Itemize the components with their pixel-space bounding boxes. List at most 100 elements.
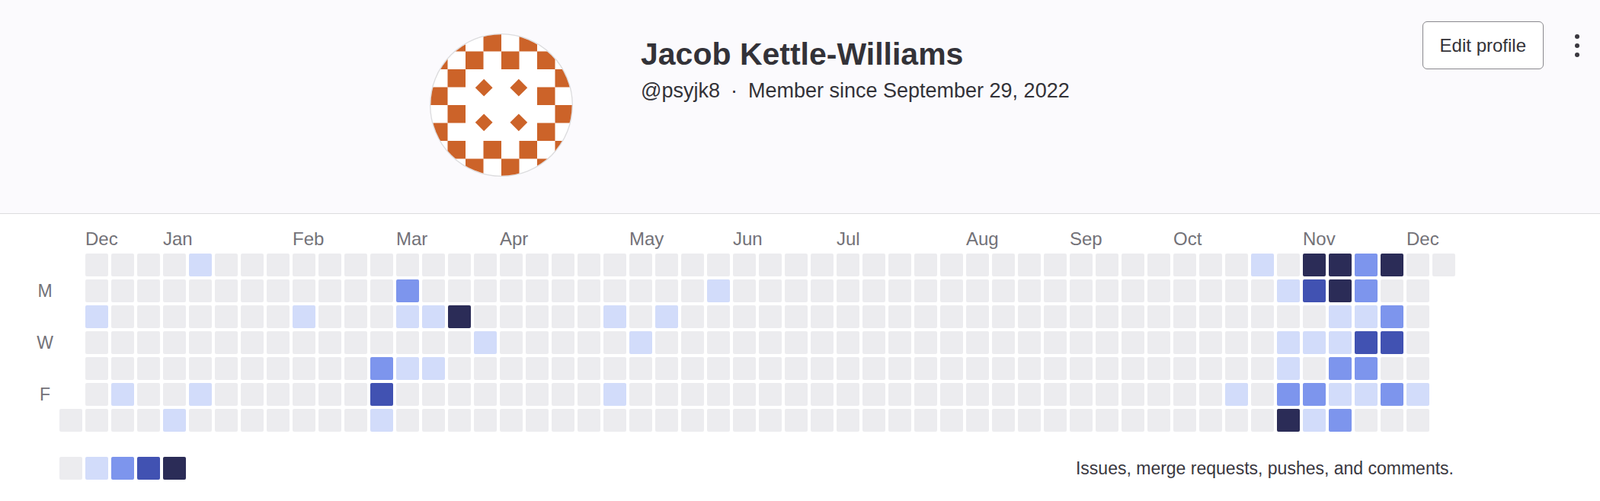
calendar-cell[interactable] [603, 409, 627, 432]
calendar-cell[interactable] [240, 383, 264, 407]
calendar-cell[interactable] [862, 253, 886, 277]
calendar-cell[interactable] [188, 305, 212, 329]
calendar-cell[interactable] [473, 383, 497, 407]
calendar-cell[interactable] [940, 331, 964, 355]
calendar-cell[interactable] [499, 331, 523, 355]
calendar-cell[interactable] [188, 279, 212, 303]
calendar-cell[interactable] [577, 305, 601, 329]
calendar-cell[interactable] [966, 409, 989, 432]
calendar-cell[interactable] [1043, 409, 1067, 432]
calendar-cell[interactable] [1147, 253, 1171, 277]
calendar-cell[interactable] [681, 409, 704, 432]
calendar-cell[interactable] [1251, 409, 1274, 432]
calendar-cell[interactable] [266, 331, 290, 355]
calendar-cell[interactable] [240, 409, 264, 432]
calendar-cell[interactable] [1380, 357, 1404, 381]
calendar-cell[interactable] [266, 305, 290, 329]
calendar-cell[interactable] [732, 253, 756, 277]
calendar-cell[interactable] [862, 383, 886, 407]
calendar-cell[interactable] [758, 409, 782, 432]
calendar-cell[interactable] [966, 383, 989, 407]
calendar-cell[interactable] [137, 279, 160, 303]
calendar-cell[interactable] [1121, 331, 1145, 355]
calendar-cell[interactable] [629, 305, 653, 329]
calendar-cell[interactable] [422, 253, 445, 277]
calendar-cell[interactable] [1251, 305, 1274, 329]
calendar-cell[interactable] [1380, 253, 1404, 277]
calendar-cell[interactable] [551, 253, 575, 277]
calendar-cell[interactable] [370, 331, 394, 355]
calendar-cell[interactable] [318, 305, 342, 329]
calendar-cell[interactable] [240, 331, 264, 355]
calendar-cell[interactable] [214, 305, 238, 329]
calendar-cell[interactable] [266, 383, 290, 407]
calendar-cell[interactable] [85, 357, 109, 381]
calendar-cell[interactable] [1354, 305, 1378, 329]
calendar-cell[interactable] [810, 383, 834, 407]
calendar-cell[interactable] [240, 279, 264, 303]
calendar-cell[interactable] [992, 357, 1015, 381]
calendar-cell[interactable] [732, 331, 756, 355]
calendar-cell[interactable] [214, 253, 238, 277]
calendar-cell[interactable] [784, 409, 808, 432]
calendar-cell[interactable] [1251, 331, 1274, 355]
calendar-cell[interactable] [966, 305, 989, 329]
calendar-cell[interactable] [681, 253, 704, 277]
calendar-cell[interactable] [163, 409, 186, 432]
calendar-cell[interactable] [577, 253, 601, 277]
calendar-cell[interactable] [836, 305, 860, 329]
calendar-cell[interactable] [370, 279, 394, 303]
calendar-cell[interactable] [836, 383, 860, 407]
calendar-cell[interactable] [422, 305, 445, 329]
calendar-cell[interactable] [888, 357, 912, 381]
calendar-cell[interactable] [1406, 357, 1430, 381]
calendar-cell[interactable] [499, 253, 523, 277]
calendar-cell[interactable] [1251, 253, 1274, 277]
calendar-cell[interactable] [810, 331, 834, 355]
calendar-cell[interactable] [396, 409, 420, 432]
calendar-cell[interactable] [966, 253, 989, 277]
calendar-cell[interactable] [629, 357, 653, 381]
calendar-cell[interactable] [707, 383, 730, 407]
calendar-cell[interactable] [836, 279, 860, 303]
calendar-cell[interactable] [914, 357, 938, 381]
calendar-cell[interactable] [370, 409, 394, 432]
calendar-cell[interactable] [1121, 357, 1145, 381]
calendar-cell[interactable] [629, 409, 653, 432]
calendar-cell[interactable] [888, 279, 912, 303]
calendar-cell[interactable] [1276, 383, 1300, 407]
calendar-cell[interactable] [707, 253, 730, 277]
calendar-cell[interactable] [396, 253, 420, 277]
calendar-cell[interactable] [1095, 409, 1119, 432]
calendar-cell[interactable] [1354, 383, 1378, 407]
calendar-cell[interactable] [758, 253, 782, 277]
calendar-cell[interactable] [1147, 331, 1171, 355]
calendar-cell[interactable] [1043, 253, 1067, 277]
calendar-cell[interactable] [396, 279, 420, 303]
calendar-cell[interactable] [111, 331, 135, 355]
edit-profile-button[interactable]: Edit profile [1422, 21, 1544, 70]
calendar-cell[interactable] [1225, 253, 1248, 277]
calendar-cell[interactable] [1432, 253, 1456, 277]
calendar-cell[interactable] [370, 305, 394, 329]
calendar-cell[interactable] [1251, 357, 1274, 381]
calendar-cell[interactable] [448, 383, 471, 407]
calendar-cell[interactable] [1069, 331, 1093, 355]
calendar-cell[interactable] [1017, 331, 1041, 355]
calendar-cell[interactable] [784, 383, 808, 407]
calendar-cell[interactable] [188, 357, 212, 381]
calendar-cell[interactable] [318, 409, 342, 432]
calendar-cell[interactable] [629, 279, 653, 303]
calendar-cell[interactable] [1017, 409, 1041, 432]
calendar-cell[interactable] [1276, 331, 1300, 355]
calendar-cell[interactable] [473, 253, 497, 277]
calendar-cell[interactable] [266, 253, 290, 277]
calendar-cell[interactable] [888, 253, 912, 277]
calendar-cell[interactable] [707, 331, 730, 355]
calendar-cell[interactable] [1173, 279, 1197, 303]
calendar-cell[interactable] [370, 383, 394, 407]
calendar-cell[interactable] [1199, 331, 1223, 355]
calendar-cell[interactable] [1095, 253, 1119, 277]
calendar-cell[interactable] [499, 383, 523, 407]
calendar-cell[interactable] [603, 357, 627, 381]
